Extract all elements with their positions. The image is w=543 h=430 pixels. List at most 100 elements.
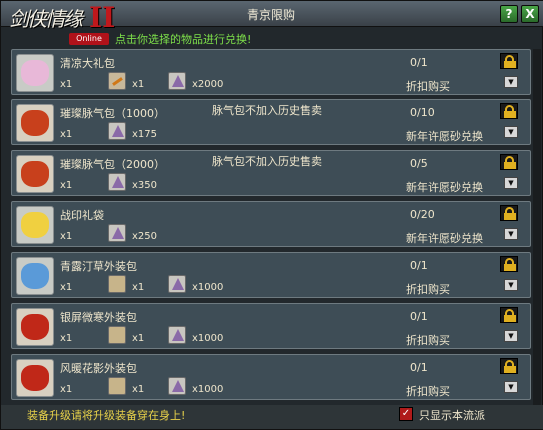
limited-purchase-window: 青京限购 ? X 剑侠情缘 II Online 点击你选择的物品进行兑换! 清凉… [0,0,543,430]
dropdown-arrow-icon[interactable]: ▼ [504,228,518,240]
show-own-school-checkbox[interactable]: ✓ [399,407,413,421]
item-row[interactable]: 风暖花影外装包 x1 x1 x1000 0/1 折扣购买 ▼ [11,354,531,400]
window-title: 青京限购 [246,8,295,22]
item-icon-graphic [21,60,49,86]
item-icon-graphic [21,263,49,289]
item-row[interactable]: 清凉大礼包 x1 x1 x2000 0/1 折扣购买 ▼ [11,49,531,95]
item-row[interactable]: 璀璨脉气包（2000） 脉气包不加入历史售卖 x1 x350 0/5 新年许愿砂兑换 ▼ [11,150,531,196]
close-button[interactable]: X [521,5,539,23]
game-logo: 剑侠情缘 II Online [3,1,121,49]
item-quantity: x1 [60,79,73,90]
lock-icon[interactable] [500,256,518,272]
lock-icon[interactable] [500,154,518,170]
scroll-icon [108,275,126,293]
lock-icon[interactable] [500,358,518,374]
dropdown-arrow-icon[interactable]: ▼ [504,279,518,291]
item-row[interactable]: 银屏微寒外装包 x1 x1 x1000 0/1 折扣购买 ▼ [11,303,531,349]
item-row[interactable]: 璀璨脉气包（1000） 脉气包不加入历史售卖 x1 x175 0/10 新年许愿砂兑换 ▼ [11,99,531,145]
cost-value: x1 [132,282,145,293]
scrollbar[interactable] [533,49,541,405]
red-pouch-icon[interactable] [16,104,54,142]
purchase-mode: 折扣购买 [406,80,450,93]
lock-body [504,213,516,220]
purchase-mode: 折扣购买 [406,334,450,347]
help-button[interactable]: ? [500,5,518,23]
cost-value: x1 [132,333,145,344]
item-name: 风暖花影外装包 [60,362,137,375]
item-name: 清凉大礼包 [60,57,115,70]
instruction-text: 点击你选择的物品进行兑换! [115,33,252,46]
pyramid-icon [108,224,126,242]
cost-value: x1000 [192,333,224,344]
item-name: 战印礼袋 [60,209,104,222]
cost-value: x2000 [192,79,224,90]
purchase-count: 0/5 [410,157,428,170]
pyramid-icon [168,326,186,344]
cost-value: x350 [132,180,158,191]
purchase-count: 0/1 [410,259,428,272]
cost-value: x1000 [192,384,224,395]
item-quantity: x1 [60,129,73,140]
pink-gift-bag-icon[interactable] [16,54,54,92]
yellow-bag-icon[interactable] [16,206,54,244]
item-quantity: x1 [60,333,73,344]
item-list: 清凉大礼包 x1 x1 x2000 0/1 折扣购买 ▼ 璀璨脉气包（1000） 脉气包不加入历… [11,49,531,405]
item-quantity: x1 [60,384,73,395]
item-row[interactable]: 青露汀草外装包 x1 x1 x1000 0/1 折扣购买 ▼ [11,252,531,298]
dropdown-arrow-icon[interactable]: ▼ [504,177,518,189]
item-name: 银屏微寒外装包 [60,311,137,324]
show-own-school-label: 只显示本流派 [419,409,485,422]
logo-text: 剑侠情缘 [9,7,83,31]
lock-body [504,111,516,118]
pyramid-icon [108,122,126,140]
scroll-icon [108,377,126,395]
purchase-mode: 新年许愿砂兑换 [406,130,483,143]
dropdown-arrow-icon[interactable]: ▼ [504,126,518,138]
red-ornate-bag-icon[interactable] [16,359,54,397]
cost-value: x175 [132,129,158,140]
item-icon-graphic [21,110,49,136]
lock-body [504,162,516,169]
purchase-count: 0/20 [410,208,435,221]
dropdown-arrow-icon[interactable]: ▼ [504,381,518,393]
lock-icon[interactable] [500,307,518,323]
dropdown-arrow-icon[interactable]: ▼ [504,330,518,342]
purchase-count: 0/1 [410,310,428,323]
item-row[interactable]: 战印礼袋 x1 x250 0/20 新年许愿砂兑换 ▼ [11,201,531,247]
blue-package-icon[interactable] [16,257,54,295]
red-ornate-bag-icon[interactable] [16,308,54,346]
purchase-mode: 新年许愿砂兑换 [406,232,483,245]
item-icon-graphic [21,161,49,187]
cost-value: x1 [132,384,145,395]
pyramid-icon [168,275,186,293]
pyramid-icon [168,72,186,90]
pyramid-icon [108,173,126,191]
red-pouch-icon[interactable] [16,155,54,193]
item-quantity: x1 [60,180,73,191]
cost-value: x250 [132,231,158,242]
lock-body [504,366,516,373]
lock-icon[interactable] [500,205,518,221]
logo-numeral: II [89,1,116,34]
cost-value: x1000 [192,282,224,293]
cost-value: x1 [132,79,145,90]
item-icon-graphic [21,365,49,391]
item-quantity: x1 [60,231,73,242]
lock-body [504,264,516,271]
item-name: 青露汀草外装包 [60,260,137,273]
item-icon-graphic [21,212,49,238]
item-note: 脉气包不加入历史售卖 [212,155,322,168]
lock-body [504,61,516,68]
purchase-mode: 新年许愿砂兑换 [406,181,483,194]
item-quantity: x1 [60,282,73,293]
lock-icon[interactable] [500,103,518,119]
purchase-mode: 折扣购买 [406,283,450,296]
purchase-count: 0/1 [410,56,428,69]
scroll-icon [108,326,126,344]
key-icon [108,72,126,90]
logo-online-badge: Online [69,33,109,45]
lock-body [504,315,516,322]
lock-icon[interactable] [500,53,518,69]
purchase-count: 0/1 [410,361,428,374]
dropdown-arrow-icon[interactable]: ▼ [504,76,518,88]
